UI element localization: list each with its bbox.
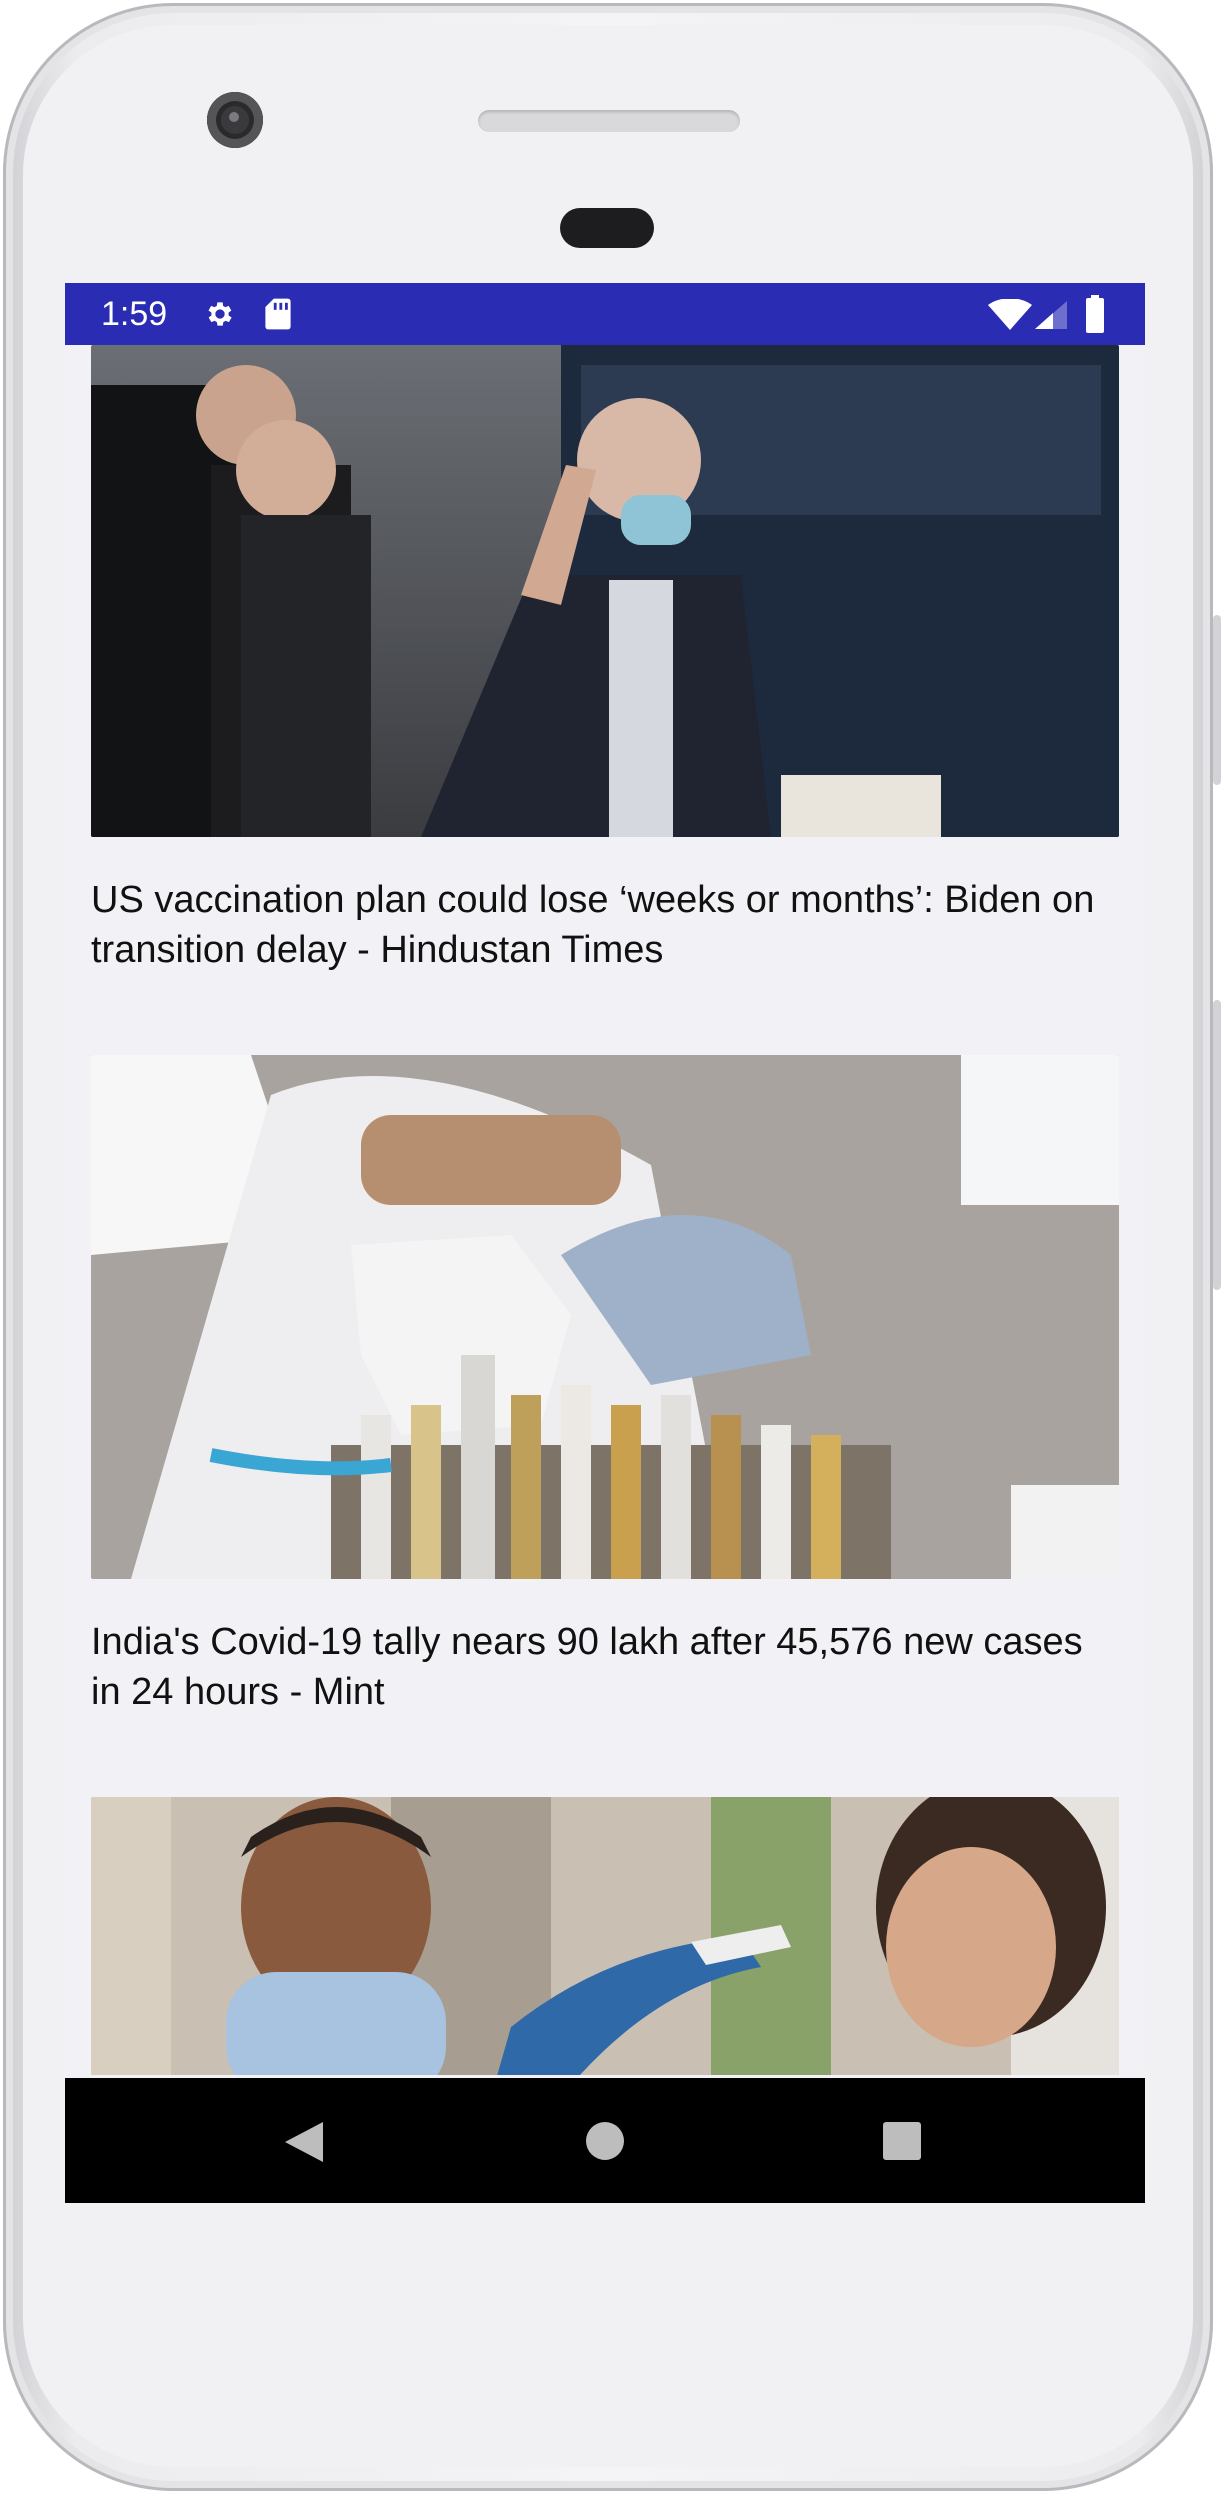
screen: 1:59 US vaccination plan could lose ‘wee… xyxy=(65,283,1145,2203)
status-bar: 1:59 xyxy=(65,283,1145,345)
sd-card-icon xyxy=(265,298,291,330)
recents-icon[interactable] xyxy=(883,2122,921,2160)
article-image[interactable] xyxy=(91,345,1119,837)
article-image[interactable] xyxy=(91,1797,1119,2075)
wifi-icon xyxy=(988,299,1032,330)
power-button xyxy=(1213,615,1221,785)
battery-icon xyxy=(1086,295,1104,333)
proximity-sensor xyxy=(560,208,654,248)
news-feed[interactable]: US vaccination plan could lose ‘weeks or… xyxy=(65,345,1145,2075)
back-icon[interactable] xyxy=(283,2120,325,2164)
volume-button xyxy=(1213,1000,1221,1290)
earpiece-speaker xyxy=(478,110,740,132)
article-title[interactable]: US vaccination plan could lose ‘weeks or… xyxy=(91,875,1119,975)
article-image[interactable] xyxy=(91,1055,1119,1579)
gear-icon xyxy=(208,302,232,326)
navigation-bar xyxy=(65,2078,1145,2203)
article-title[interactable]: India's Covid-19 tally nears 90 lakh aft… xyxy=(91,1617,1119,1717)
front-camera xyxy=(207,92,263,148)
home-icon[interactable] xyxy=(586,2122,624,2160)
cell-signal-icon xyxy=(1035,301,1067,329)
photo-of-health-worker-with-test-tubes xyxy=(91,1055,1119,1579)
photo-of-man-in-mask-waving xyxy=(91,345,1119,837)
photo-of-temperature-check xyxy=(91,1797,1119,2075)
status-time: 1:59 xyxy=(101,295,168,333)
